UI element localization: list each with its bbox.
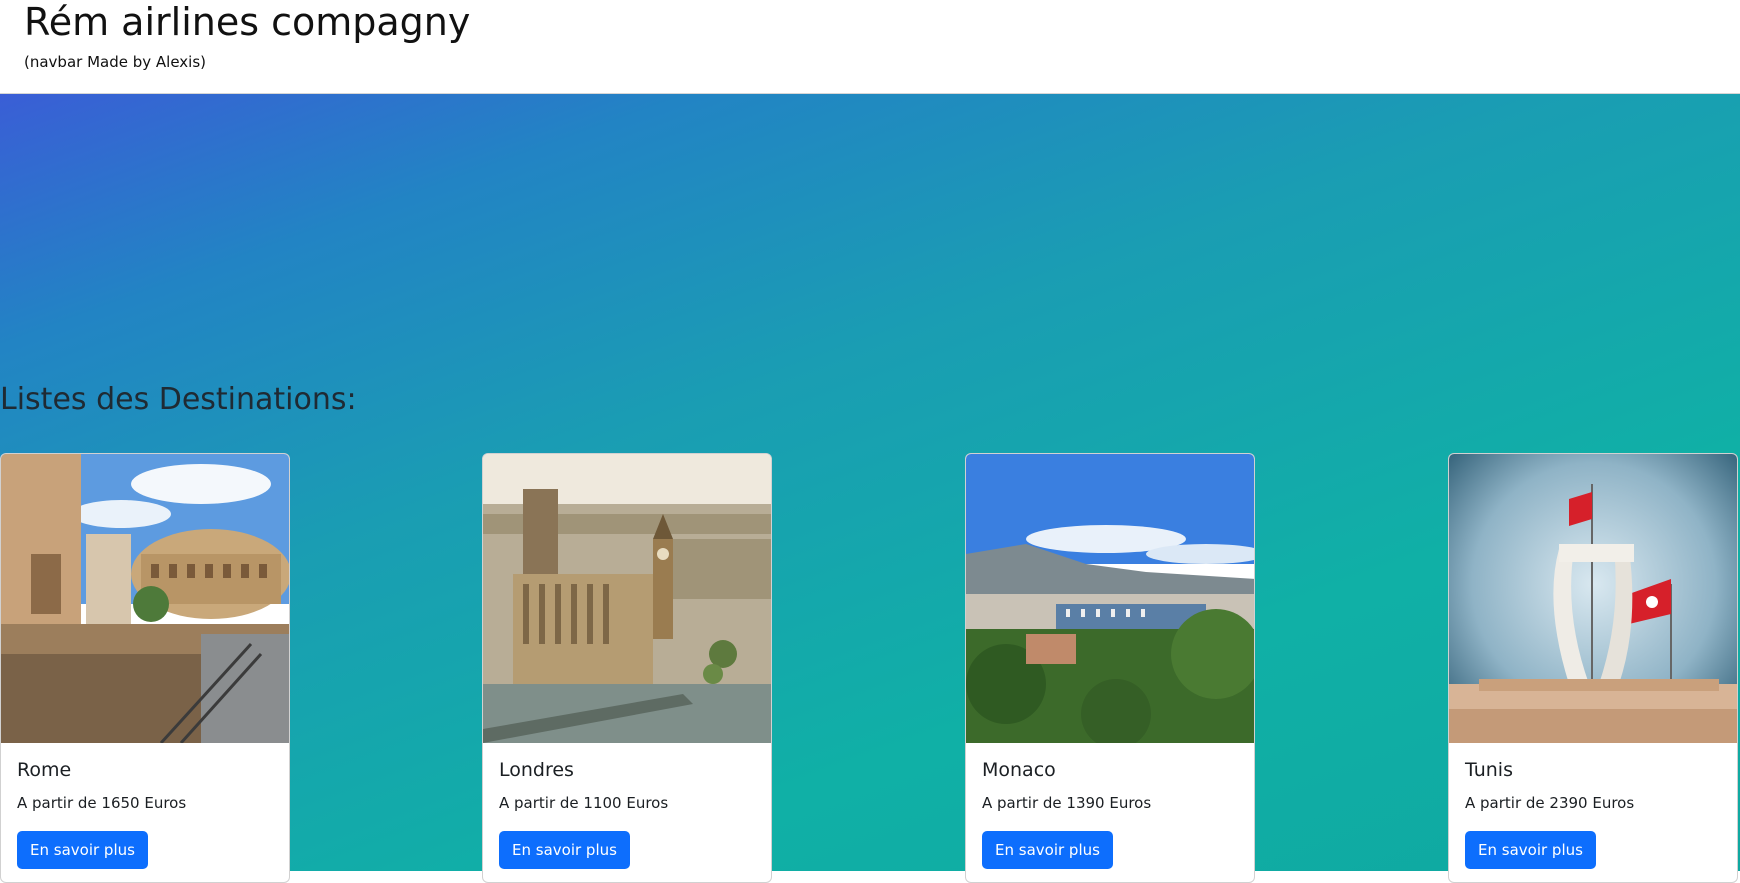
londres-image	[483, 454, 771, 743]
destination-card-tunis: Tunis A partir de 2390 Euros En savoir p…	[1448, 453, 1738, 883]
monaco-image	[966, 454, 1254, 743]
navbar-subtitle: (navbar Made by Alexis)	[24, 53, 206, 71]
learn-more-button[interactable]: En savoir plus	[17, 831, 148, 869]
learn-more-button[interactable]: En savoir plus	[982, 831, 1113, 869]
card-title: Londres	[499, 759, 574, 781]
destination-card-monaco: Monaco A partir de 1390 Euros En savoir …	[965, 453, 1255, 883]
navbar: Rém airlines compagny (navbar Made by Al…	[0, 0, 1740, 94]
card-price: A partir de 2390 Euros	[1465, 794, 1635, 812]
card-price: A partir de 1100 Euros	[499, 794, 669, 812]
card-title: Rome	[17, 759, 72, 781]
learn-more-button[interactable]: En savoir plus	[499, 831, 630, 869]
destinations-heading: Listes des Destinations:	[0, 382, 357, 417]
destination-card-rome: Rome A partir de 1650 Euros En savoir pl…	[0, 453, 290, 883]
brand-title[interactable]: Rém airlines compagny	[24, 0, 470, 44]
card-price: A partir de 1390 Euros	[982, 794, 1152, 812]
tunis-image	[1449, 454, 1737, 743]
learn-more-button[interactable]: En savoir plus	[1465, 831, 1596, 869]
card-price: A partir de 1650 Euros	[17, 794, 187, 812]
card-title: Monaco	[982, 759, 1056, 781]
destination-card-londres: Londres A partir de 1100 Euros En savoir…	[482, 453, 772, 883]
rome-image	[1, 454, 289, 743]
card-title: Tunis	[1465, 759, 1513, 781]
